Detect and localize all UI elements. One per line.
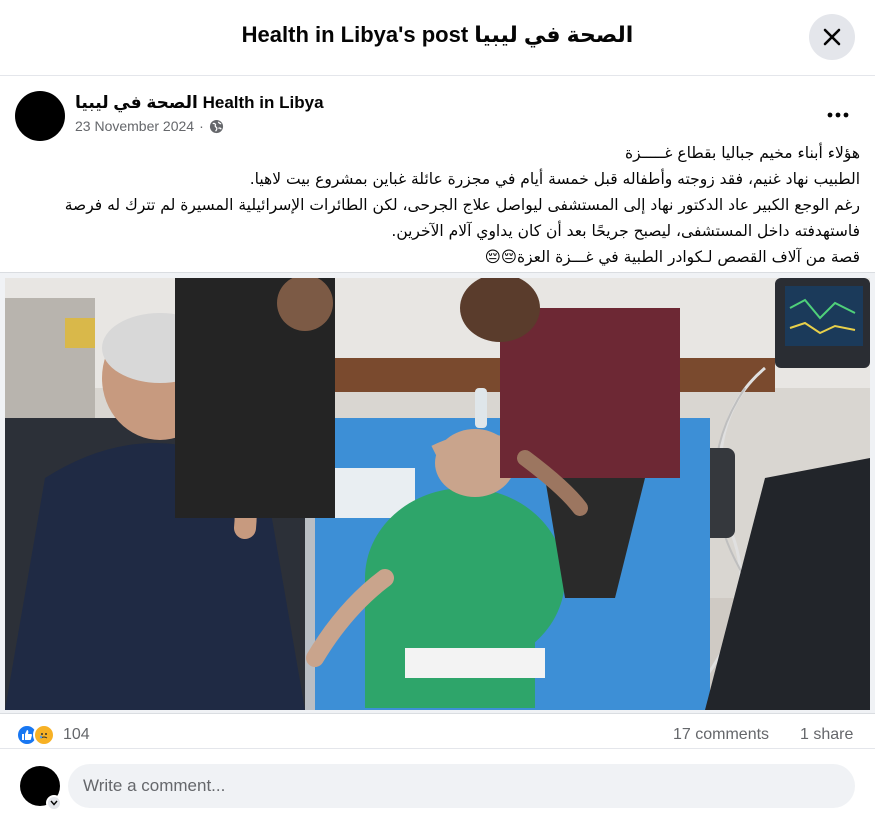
post-date[interactable]: 23 November 2024 — [75, 118, 194, 134]
more-horizontal-icon — [827, 112, 849, 118]
post-text-line: هؤلاء أبناء مخيم جباليا بقطاع غـــــزة — [625, 144, 860, 162]
profile-switch-button[interactable] — [46, 795, 62, 811]
care-icon — [33, 724, 55, 746]
reactions-summary[interactable]: 104 — [16, 724, 90, 746]
post-text: هؤلاء أبناء مخيم جباليا بقطاع غـــــزة ا… — [12, 140, 860, 270]
close-button[interactable] — [809, 14, 855, 60]
post-meta: 23 November 2024 · — [75, 118, 224, 134]
comments-count[interactable]: 17 comments — [673, 726, 769, 744]
more-options-button[interactable] — [820, 97, 856, 133]
page-avatar[interactable] — [15, 91, 65, 141]
close-icon — [823, 28, 841, 46]
shares-count[interactable]: 1 share — [800, 726, 853, 744]
post-text-line: قصة من آلاف القصص لـكوادر الطبية في غـــ… — [484, 248, 860, 266]
hospital-scene-image — [5, 278, 870, 710]
post-photo[interactable] — [0, 272, 875, 714]
dialog-title: Health in Libya's post الصحة في ليبيا — [241, 22, 634, 47]
page-name[interactable]: الصحة في ليبيا Health in Libya — [75, 93, 324, 113]
dialog-header: Health in Libya's post الصحة في ليبيا — [0, 0, 875, 76]
reaction-count: 104 — [63, 726, 90, 743]
meta-separator: · — [199, 118, 204, 134]
chevron-down-icon — [50, 800, 58, 806]
divider — [0, 748, 875, 749]
comment-input[interactable] — [68, 764, 855, 808]
post-text-line: رغم الوجع الكبير عاد الدكتور نهاد إلى ال… — [64, 196, 860, 240]
post-text-line: الطبيب نهاد غنيم، فقد زوجته وأطفاله قبل … — [249, 170, 860, 188]
globe-icon — [209, 119, 223, 133]
